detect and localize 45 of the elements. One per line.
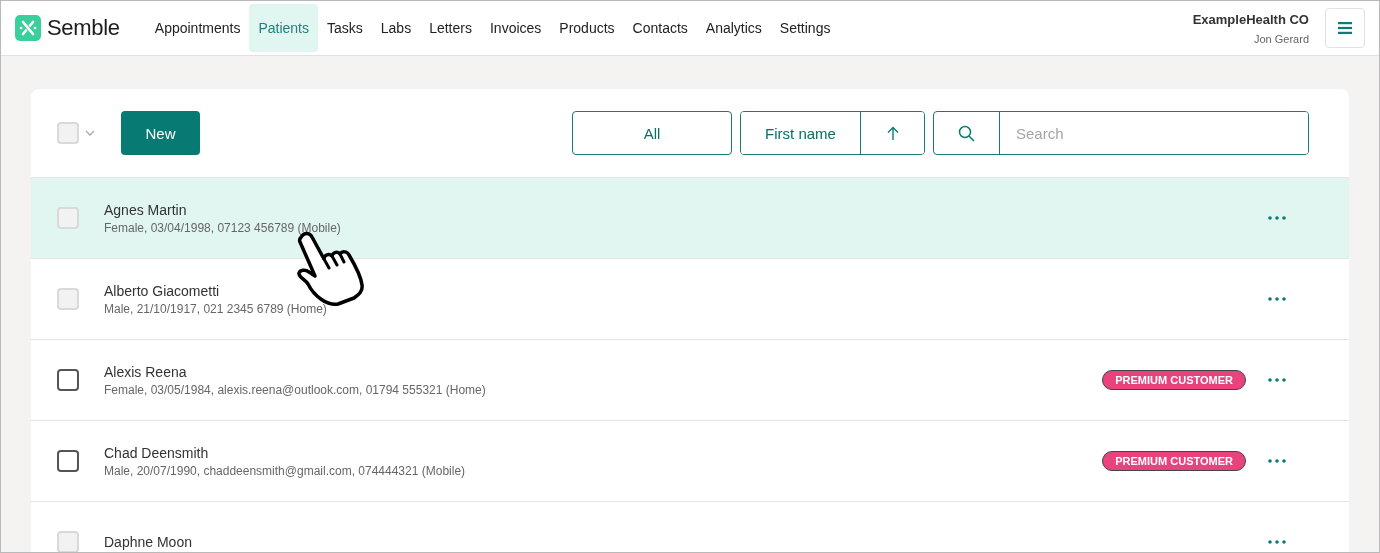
search-icon bbox=[958, 124, 975, 142]
nav-tab[interactable]: Tasks bbox=[318, 4, 372, 52]
patient-details: Female, 03/05/1984, alexis.reena@outlook.com, 01794 555321 (Home) bbox=[104, 382, 487, 397]
patient-row[interactable]: Chad Deensmith Male, 20/07/1990, chaddeensmith@gmail.com, 074444321 (Mobile) PREMIUM CUSTOMER bbox=[31, 421, 1349, 502]
patient-details: Female, 03/04/1998, 07123 456789 (Mobile) bbox=[104, 220, 342, 235]
nav-tab[interactable]: Invoices bbox=[480, 4, 551, 52]
patient-row[interactable]: Daphne Moon bbox=[31, 502, 1349, 552]
sort-field-button[interactable]: First name bbox=[741, 112, 861, 154]
more-options-icon[interactable] bbox=[1268, 459, 1286, 463]
more-options-icon[interactable] bbox=[1268, 297, 1286, 301]
brand-name: Semble bbox=[47, 15, 120, 41]
nav-tab[interactable]: Products bbox=[550, 4, 624, 52]
nav-tab[interactable]: Contacts bbox=[623, 4, 697, 52]
more-options-icon[interactable] bbox=[1268, 216, 1286, 220]
patient-details: Male, 20/07/1990, chaddeensmith@gmail.com, 074444321 (Mobile) bbox=[104, 463, 467, 478]
filter-button[interactable]: All bbox=[572, 111, 732, 155]
customer-tag: PREMIUM CUSTOMER bbox=[1102, 451, 1246, 471]
patient-name: Alberto Giacometti bbox=[104, 282, 221, 299]
select-all-checkbox[interactable] bbox=[57, 122, 79, 144]
patient-details: Male, 21/10/1917, 021 2345 6789 (Home) bbox=[104, 301, 328, 316]
customer-tag: PREMIUM CUSTOMER bbox=[1102, 370, 1246, 390]
patient-row[interactable]: Alberto Giacometti Male, 21/10/1917, 021 2345 6789 (Home) bbox=[31, 259, 1349, 340]
organisation-name: ExampleHealth CO bbox=[1192, 11, 1309, 27]
logo-icon bbox=[15, 15, 41, 41]
nav-tab[interactable]: Letters bbox=[420, 4, 481, 52]
more-options-icon[interactable] bbox=[1268, 378, 1286, 382]
patient-row[interactable]: Alexis Reena Female, 03/05/1984, alexis.reena@outlook.com, 01794 555321 (Home) PREMIUM CUSTOMER bbox=[31, 340, 1349, 421]
nav-tab[interactable]: Analytics bbox=[696, 4, 771, 52]
more-options-icon[interactable] bbox=[1268, 540, 1286, 544]
patient-name: Alexis Reena bbox=[104, 363, 188, 380]
patient-name: Daphne Moon bbox=[104, 534, 193, 550]
menu-icon bbox=[1338, 22, 1352, 34]
patient-name: Chad Deensmith bbox=[104, 444, 210, 461]
row-checkbox[interactable] bbox=[57, 450, 79, 472]
nav-tab[interactable]: Settings bbox=[770, 4, 840, 52]
nav-tab[interactable]: Patients bbox=[249, 4, 318, 52]
nav-tab[interactable]: Labs bbox=[371, 4, 421, 52]
row-checkbox[interactable] bbox=[57, 369, 79, 391]
patient-name: Agnes Martin bbox=[104, 201, 188, 218]
menu-button[interactable] bbox=[1325, 8, 1365, 48]
new-button[interactable]: New bbox=[121, 111, 200, 155]
nav-tab[interactable]: Appointments bbox=[145, 4, 250, 52]
search-field[interactable]: Search bbox=[933, 111, 1309, 155]
user-name: Jon Gerard bbox=[1252, 32, 1309, 45]
arrow-up-icon bbox=[886, 125, 899, 141]
